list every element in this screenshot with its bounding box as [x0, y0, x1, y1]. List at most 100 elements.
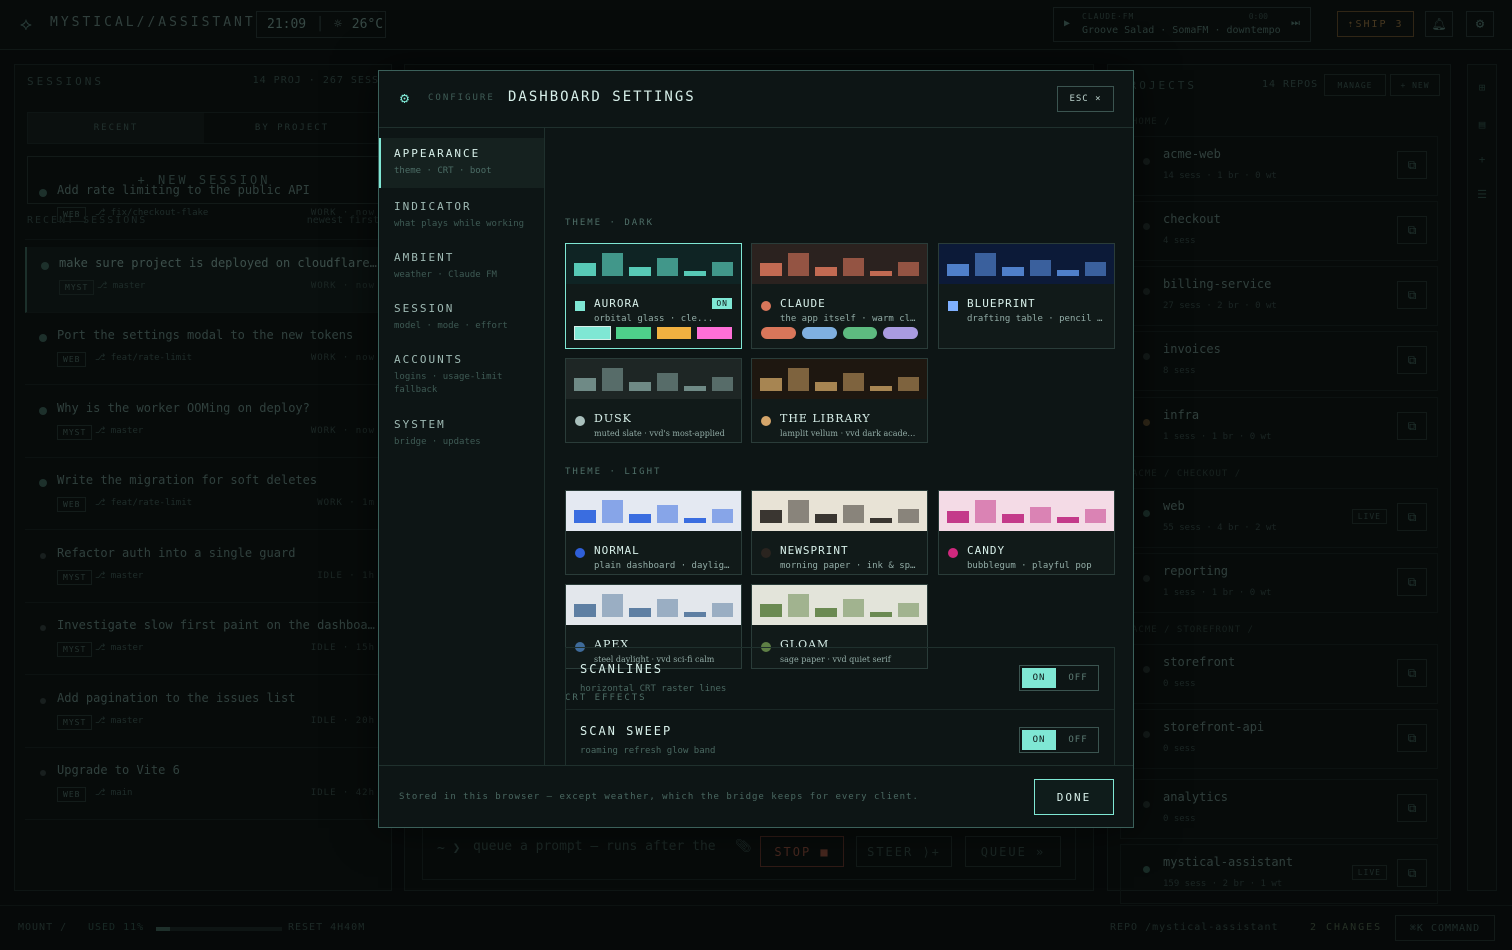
- nav-item-session[interactable]: SESSION model · mode · effort: [379, 293, 544, 341]
- nav-item-accounts[interactable]: ACCOUNTS logins · usage-limit fallback: [379, 344, 544, 406]
- close-button[interactable]: ESC ×: [1057, 86, 1114, 112]
- preview-bar: [760, 510, 782, 523]
- toggle-off[interactable]: OFF: [1060, 668, 1096, 688]
- crt-row-scan-sweep: SCAN SWEEP roaming refresh glow band ON OFF: [566, 710, 1114, 765]
- modal-footer: Stored in this browser — except weather,…: [379, 765, 1133, 827]
- theme-preview: [939, 244, 1114, 284]
- theme-swatch: [948, 548, 958, 558]
- preview-bar: [574, 263, 596, 276]
- theme-swatch: [575, 548, 585, 558]
- preview-bars: [574, 365, 733, 391]
- theme-desc: orbital glass · cle...: [594, 314, 714, 324]
- preview-bar: [1029, 260, 1051, 276]
- preview-bar: [787, 252, 809, 276]
- preview-bars: [574, 497, 733, 523]
- crt-name: SCANLINES: [580, 662, 664, 676]
- theme-desc: drafting table · pencil ...: [967, 314, 1107, 324]
- preview-bar: [787, 499, 809, 523]
- theme-card-newsprint[interactable]: NEWSPRINT morning paper · ink & spot ...: [751, 490, 928, 575]
- preview-bar: [629, 607, 651, 617]
- nav-sublabel: theme · CRT · boot: [394, 166, 492, 176]
- preview-bars: [574, 250, 733, 276]
- preview-bar: [1084, 508, 1106, 523]
- theme-desc: lamplit vellum · vvd dark academia: [780, 429, 920, 438]
- nav-sublabel: model · mode · effort: [394, 321, 508, 331]
- preview-bar: [947, 511, 969, 523]
- theme-card-normal[interactable]: NORMAL plain dashboard · daylight: [565, 490, 742, 575]
- nav-item-system[interactable]: SYSTEM bridge · updates: [379, 409, 544, 457]
- theme-preview: [939, 491, 1114, 531]
- preview-bars: [760, 250, 919, 276]
- theme-preview: [752, 359, 927, 399]
- theme-card-aurora[interactable]: AURORA orbital glass · cle... ON: [565, 243, 742, 349]
- settings-modal: ⚙ CONFIGURE DASHBOARD SETTINGS ESC × APP…: [378, 70, 1134, 828]
- theme-card-dusk[interactable]: DUSK muted slate · vvd's most-applied: [565, 358, 742, 443]
- theme-swatch: [948, 301, 958, 311]
- preview-bar: [974, 252, 996, 276]
- preview-bar: [760, 263, 782, 276]
- nav-label: ACCOUNTS: [394, 353, 463, 366]
- theme-name: THE LIBRARY: [780, 412, 871, 425]
- preview-bar: [601, 367, 623, 391]
- preview-bar: [974, 499, 996, 523]
- theme-card-candy[interactable]: CANDY bubblegum · playful pop: [938, 490, 1115, 575]
- theme-preview: [566, 585, 741, 625]
- toggle-on[interactable]: ON: [1022, 730, 1056, 750]
- nav-item-indicator[interactable]: INDICATOR what plays while working: [379, 191, 544, 239]
- theme-name: NEWSPRINT: [780, 544, 849, 557]
- preview-bar: [897, 261, 919, 276]
- nav-label: AMBIENT: [394, 251, 455, 264]
- theme-card-blueprint[interactable]: BLUEPRINT drafting table · pencil ...: [938, 243, 1115, 349]
- theme-desc: bubblegum · playful pop: [967, 561, 1092, 571]
- theme-desc: plain dashboard · daylight: [594, 561, 734, 571]
- preview-bar: [656, 257, 678, 276]
- preview-bar: [1002, 513, 1024, 523]
- crt-desc: horizontal CRT raster lines: [580, 684, 727, 694]
- nav-sublabel: weather · Claude FM: [394, 270, 497, 280]
- nav-label: SYSTEM: [394, 418, 446, 431]
- toggle-off[interactable]: OFF: [1060, 730, 1096, 750]
- preview-bar: [684, 270, 706, 276]
- active-badge: ON: [712, 298, 732, 309]
- preview-bar: [815, 381, 837, 391]
- accent-pill: [842, 327, 878, 339]
- done-button[interactable]: DONE: [1034, 779, 1114, 815]
- crt-name: SCAN SWEEP: [580, 724, 673, 738]
- on-off-toggle[interactable]: ON OFF: [1019, 727, 1099, 753]
- preview-bars: [760, 591, 919, 617]
- preview-bar: [870, 611, 892, 617]
- nav-item-ambient[interactable]: AMBIENT weather · Claude FM: [379, 242, 544, 290]
- on-off-toggle[interactable]: ON OFF: [1019, 665, 1099, 691]
- theme-swatch: [575, 416, 585, 426]
- preview-bar: [1029, 507, 1051, 523]
- crt-effects-list: SCANLINES horizontal CRT raster lines ON OF…: [565, 647, 1115, 765]
- preview-bar: [1057, 269, 1079, 276]
- modal-header: ⚙ CONFIGURE DASHBOARD SETTINGS ESC ×: [379, 71, 1133, 128]
- theme-preview: [566, 244, 741, 284]
- theme-card-claude[interactable]: CLAUDE the app itself · warm clay: [751, 243, 928, 349]
- preview-bar: [815, 607, 837, 617]
- preview-bar: [574, 604, 596, 617]
- theme-name: BLUEPRINT: [967, 297, 1036, 310]
- accent-pill: [615, 327, 651, 339]
- preview-bar: [760, 604, 782, 617]
- storage-note: Stored in this browser — except weather,…: [399, 792, 919, 802]
- accent-pills: [761, 327, 918, 339]
- settings-nav: APPEARANCE theme · CRT · boot INDICATOR wha…: [379, 128, 545, 765]
- theme-preview: [752, 491, 927, 531]
- preview-bar: [1084, 261, 1106, 276]
- preview-bar: [947, 264, 969, 276]
- nav-item-appearance[interactable]: APPEARANCE theme · CRT · boot: [379, 138, 544, 188]
- theme-card-the-library[interactable]: THE LIBRARY lamplit vellum · vvd dark aca…: [751, 358, 928, 443]
- toggle-on[interactable]: ON: [1022, 668, 1056, 688]
- preview-bar: [870, 270, 892, 276]
- preview-bar: [842, 598, 864, 617]
- preview-bar: [629, 266, 651, 276]
- preview-bar: [870, 517, 892, 523]
- preview-bar: [629, 513, 651, 523]
- preview-bars: [947, 250, 1106, 276]
- preview-bar: [760, 378, 782, 391]
- settings-content: THEME · DARK THEME · LIGHT CRT EFFECTS A…: [545, 128, 1133, 765]
- preview-bar: [842, 504, 864, 523]
- nav-sublabel: bridge · updates: [394, 437, 481, 447]
